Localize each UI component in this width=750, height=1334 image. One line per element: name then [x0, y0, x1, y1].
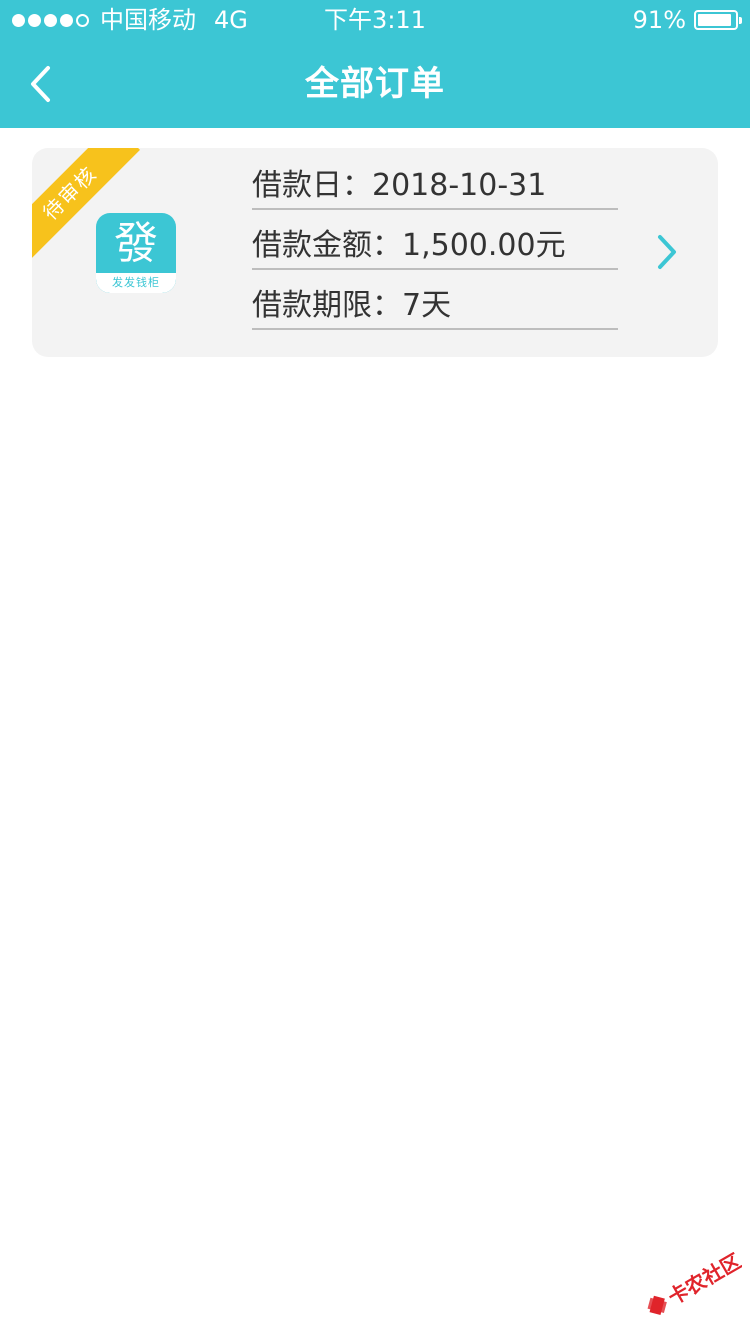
status-bar: 中国移动 4G 下午3:11 91%: [0, 0, 750, 40]
battery-fill: [698, 14, 731, 26]
loan-term-row: 借款期限：7天: [252, 268, 618, 330]
nav-bar: 全部订单: [0, 40, 750, 128]
battery-percent: 91%: [632, 6, 686, 34]
battery-icon: [694, 10, 742, 30]
loan-term-label: 借款期限：: [252, 288, 402, 323]
app-header: 中国移动 4G 下午3:11 91% 全部订单: [0, 0, 750, 128]
detail-button[interactable]: [652, 232, 682, 272]
watermark-logo: 卡农社区: [647, 1249, 745, 1316]
chevron-right-icon: [658, 235, 676, 269]
watermark: 卡农社区: [632, 1249, 745, 1322]
loan-amount-value: 1,500.00元: [402, 228, 566, 263]
loan-date-value: 2018-10-31: [372, 168, 547, 203]
loan-term-value: 7天: [402, 288, 452, 323]
battery-indicator: 91%: [632, 0, 742, 40]
app-logo: 發 发发钱柜: [96, 213, 176, 293]
loan-amount-label: 借款金额：: [252, 228, 402, 263]
app-logo-char: 發: [114, 218, 158, 269]
loan-date-row: 借款日：2018-10-31: [252, 148, 618, 210]
page-title: 全部订单: [305, 64, 445, 104]
loan-amount-row: 借款金额：1,500.00元: [252, 208, 618, 270]
loan-date-label: 借款日：: [252, 168, 372, 203]
app-logo-caption: 发发钱柜: [96, 273, 176, 293]
watermark-text: 卡农社区: [664, 1252, 742, 1310]
order-card[interactable]: 待审核 發 发发钱柜 借款日：2018-10-31 借款金额：1,500.00元…: [32, 148, 718, 357]
